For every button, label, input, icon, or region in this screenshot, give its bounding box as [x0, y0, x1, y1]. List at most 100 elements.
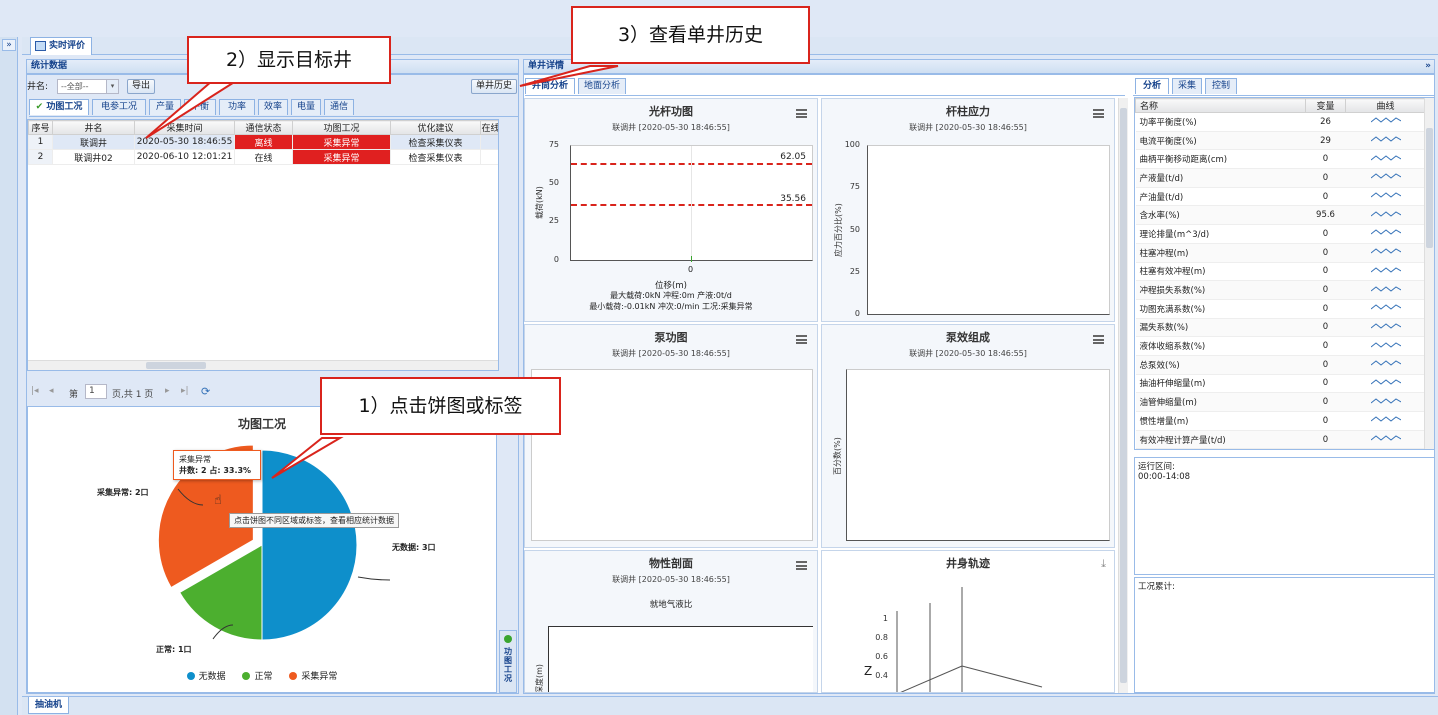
trend-curve-icon[interactable]	[1370, 303, 1401, 311]
col-comm[interactable]: 通信状态	[234, 120, 293, 135]
trend-curve-icon[interactable]	[1370, 116, 1401, 124]
legend-item-normal[interactable]: 正常	[242, 672, 273, 682]
col-online[interactable]: 在线	[480, 120, 498, 135]
pie-label-normal[interactable]: 正常: 1口	[156, 644, 192, 655]
analysis-row[interactable]: 有效冲程计算产量(t/d) 0	[1135, 430, 1426, 449]
scrollbar-thumb[interactable]	[146, 362, 206, 369]
tab-control[interactable]: 控制	[1205, 78, 1237, 94]
cell-time: 2020-05-30 18:46:55	[134, 134, 235, 150]
tab-collect[interactable]: 采集	[1172, 78, 1202, 94]
trend-curve-icon[interactable]	[1370, 191, 1401, 199]
analysis-row[interactable]: 柱塞有效冲程(m) 0	[1135, 262, 1426, 282]
menu-icon[interactable]	[1093, 335, 1104, 344]
analysis-row[interactable]: 柱塞冲程(m) 0	[1135, 243, 1426, 263]
analysis-row[interactable]: 功率平衡度(%) 26	[1135, 112, 1426, 132]
analysis-row[interactable]: 总泵效(%) 0	[1135, 355, 1426, 375]
tab-electric[interactable]: 电参工况	[92, 99, 146, 115]
trend-curve-icon[interactable]	[1370, 359, 1401, 367]
page-input[interactable]: 1	[85, 384, 107, 399]
trend-curve-icon[interactable]	[1370, 228, 1401, 236]
tab-balance[interactable]: 平衡	[184, 99, 216, 115]
tab-analysis[interactable]: 分析	[1135, 78, 1169, 94]
scrollbar-thumb[interactable]	[1120, 108, 1127, 683]
col-value[interactable]: 变量	[1305, 98, 1346, 113]
trend-curve-icon[interactable]	[1370, 434, 1401, 442]
analysis-row[interactable]: 产油量(t/d) 0	[1135, 187, 1426, 207]
analysis-row[interactable]: 功图充满系数(%) 0	[1135, 299, 1426, 319]
trend-curve-icon[interactable]	[1370, 172, 1401, 180]
pie-slice-nodata[interactable]	[261, 449, 358, 641]
prev-page-icon[interactable]: ◂	[49, 386, 54, 396]
tab-realtime-evaluation[interactable]: 实时评价	[30, 37, 93, 55]
trend-curve-icon[interactable]	[1370, 210, 1401, 218]
expand-icon[interactable]: »	[2, 39, 16, 51]
trend-curve-icon[interactable]	[1370, 322, 1401, 330]
horizontal-scrollbar[interactable]	[28, 360, 498, 370]
col-name[interactable]: 名称	[1135, 98, 1306, 113]
well-select[interactable]: --全部-- ▾	[57, 79, 119, 94]
tab-dyno-condition[interactable]: ✔ 功图工况	[29, 99, 89, 115]
analysis-value: 95.6	[1305, 205, 1346, 226]
export-button[interactable]: 导出	[127, 79, 155, 94]
analysis-scrollbar[interactable]	[1424, 98, 1434, 449]
tab-energy[interactable]: 电量	[291, 99, 321, 115]
table-row[interactable]: 2 联调井02 2020-06-10 12:01:21 在线 采集异常 检查采集…	[28, 149, 498, 165]
analysis-row[interactable]: 漏失系数(%) 0	[1135, 318, 1426, 338]
menu-icon[interactable]	[796, 335, 807, 344]
trend-curve-icon[interactable]	[1370, 266, 1401, 274]
analysis-row[interactable]: 电流平衡度(%) 29	[1135, 131, 1426, 151]
analysis-row[interactable]: 油管伸缩量(m) 0	[1135, 392, 1426, 412]
legend-item-nodata[interactable]: 无数据	[186, 672, 226, 682]
tab-output[interactable]: 产量	[149, 99, 181, 115]
chevron-down-icon[interactable]: ▾	[106, 80, 118, 93]
last-page-icon[interactable]: ▸|	[181, 386, 189, 396]
menu-icon[interactable]	[796, 561, 807, 570]
trend-curve-icon[interactable]	[1370, 285, 1401, 293]
refresh-icon[interactable]: ⟳	[201, 385, 210, 398]
analysis-row[interactable]: 抽油杆伸缩量(m) 0	[1135, 374, 1426, 394]
col-curve[interactable]: 曲线	[1345, 98, 1426, 113]
first-page-icon[interactable]: |◂	[31, 386, 39, 396]
table-row[interactable]: 1 联调井 2020-05-30 18:46:55 离线 采集异常 检查采集仪表	[28, 134, 498, 150]
col-time[interactable]: 采集时间	[134, 120, 235, 135]
pie-label-abnormal[interactable]: 采集异常: 2口	[97, 487, 149, 498]
collapse-right-icon[interactable]: »	[1425, 60, 1431, 73]
trend-curve-icon[interactable]	[1370, 135, 1401, 143]
trend-curve-icon[interactable]	[1370, 154, 1401, 162]
tab-surface-analysis[interactable]: 地面分析	[578, 78, 626, 94]
tab-comm[interactable]: 通信	[324, 99, 354, 115]
left-collapse-strip[interactable]: »	[0, 37, 18, 715]
tab-efficiency[interactable]: 效率	[258, 99, 288, 115]
card-well-trajectory: 井身轨迹 ⤓ 1 0.8 0.6 0.4 Z	[821, 550, 1115, 693]
menu-icon[interactable]	[1093, 109, 1104, 118]
detail-vertical-scrollbar[interactable]	[1118, 98, 1128, 693]
next-page-icon[interactable]: ▸	[165, 386, 170, 396]
analysis-row[interactable]: 冲程损失系数(%) 0	[1135, 280, 1426, 300]
tab-pumping-unit[interactable]: 抽油机	[28, 697, 70, 714]
analysis-row[interactable]: 曲柄平衡移动距离(cm) 0	[1135, 149, 1426, 170]
col-status[interactable]: 功图工况	[292, 120, 391, 135]
col-well[interactable]: 井名	[52, 120, 135, 135]
pie-label-nodata[interactable]: 无数据: 3口	[392, 542, 436, 553]
analysis-row[interactable]: 产液量(t/d) 0	[1135, 168, 1426, 188]
legend-item-abnormal[interactable]: 采集异常	[289, 672, 337, 682]
analysis-row[interactable]: 理论排量(m^3/d) 0	[1135, 224, 1426, 244]
analysis-row[interactable]: 液体收缩系数(%) 0	[1135, 336, 1426, 356]
col-advice[interactable]: 优化建议	[390, 120, 481, 135]
trend-curve-icon[interactable]	[1370, 397, 1401, 405]
well-history-button[interactable]: 单井历史	[471, 79, 517, 94]
analysis-row[interactable]: 含水率(%) 95.6	[1135, 205, 1426, 226]
tab-power[interactable]: 功率	[219, 99, 255, 115]
scrollbar-thumb[interactable]	[1426, 128, 1433, 248]
col-no[interactable]: 序号	[28, 120, 53, 135]
tab-wellbore-analysis[interactable]: 井筒分析	[525, 78, 575, 94]
menu-icon[interactable]	[796, 109, 807, 118]
analysis-value: 26	[1305, 112, 1346, 132]
analysis-name: 功率平衡度(%)	[1135, 112, 1306, 132]
trend-curve-icon[interactable]	[1370, 415, 1401, 423]
analysis-row[interactable]: 惯性增量(m) 0	[1135, 411, 1426, 431]
trend-curve-icon[interactable]	[1370, 247, 1401, 255]
side-collapsed-tab[interactable]: 功图工况	[499, 630, 517, 693]
trend-curve-icon[interactable]	[1370, 341, 1401, 349]
trend-curve-icon[interactable]	[1370, 378, 1401, 386]
